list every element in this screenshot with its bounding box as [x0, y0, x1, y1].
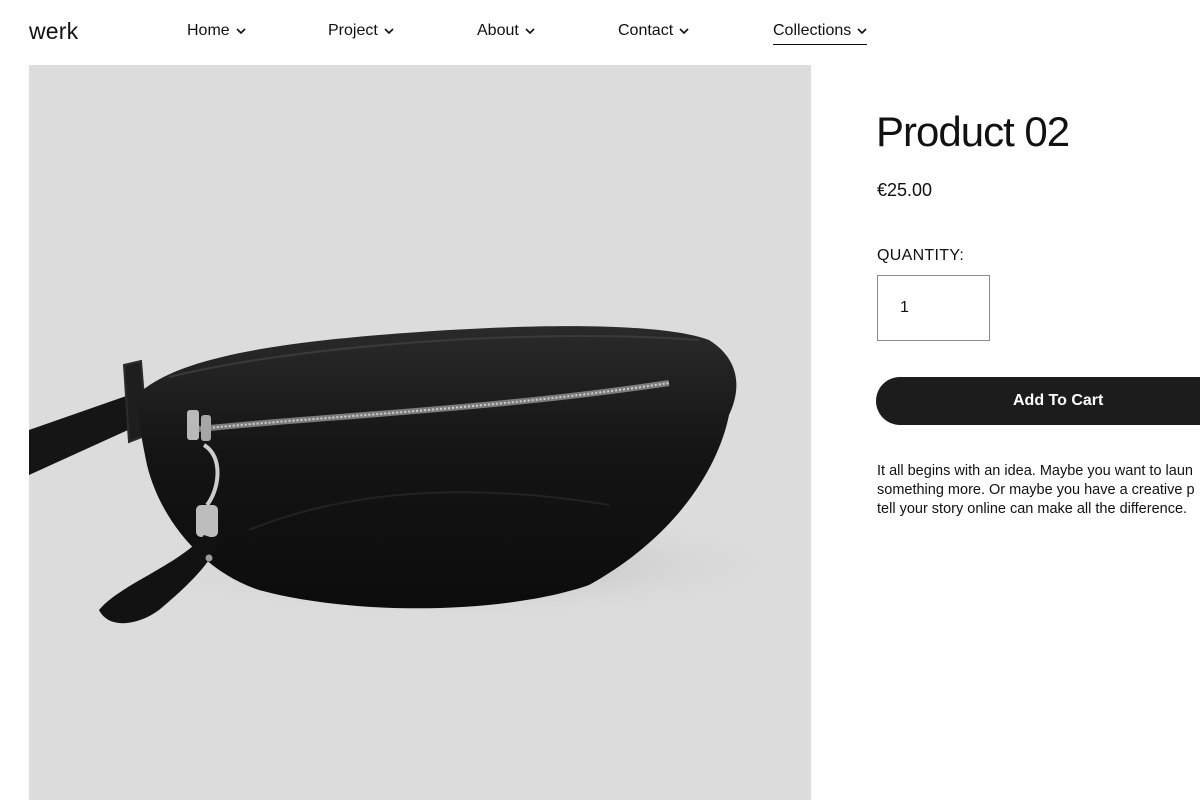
chevron-down-icon — [236, 28, 246, 34]
chevron-down-icon — [525, 28, 535, 34]
nav-item-about[interactable]: About — [477, 22, 535, 44]
nav-item-label: Collections — [773, 22, 852, 39]
nav-item-label: About — [477, 22, 519, 39]
quantity-label: QUANTITY: — [877, 247, 965, 264]
site-logo[interactable]: werk — [29, 18, 78, 45]
chevron-down-icon — [679, 28, 689, 34]
nav-item-contact[interactable]: Contact — [618, 22, 689, 44]
add-to-cart-button[interactable]: Add To Cart — [876, 377, 1200, 425]
quantity-input[interactable] — [877, 275, 990, 341]
product-price: €25.00 — [877, 180, 933, 200]
chevron-down-icon — [384, 28, 394, 34]
nav-item-label: Home — [187, 22, 230, 39]
product-image[interactable] — [29, 65, 811, 800]
nav-item-collections[interactable]: Collections — [773, 22, 868, 45]
product-title: Product 02 — [876, 108, 1070, 155]
chevron-down-icon — [857, 28, 867, 34]
fanny-pack-illustration — [29, 326, 799, 624]
nav-item-project[interactable]: Project — [328, 22, 394, 44]
nav-item-label: Contact — [618, 22, 674, 39]
nav-item-label: Project — [328, 22, 378, 39]
nav-item-home[interactable]: Home — [187, 22, 246, 44]
product-description: It all begins with an idea. Maybe you wa… — [877, 462, 1200, 519]
description-line: It all begins with an idea. Maybe you wa… — [877, 463, 1193, 479]
description-line: tell your story online can make all the … — [877, 501, 1188, 517]
description-line: something more. Or maybe you have a crea… — [877, 482, 1195, 498]
site-header: werk Home Project About Contact Collecti… — [0, 0, 1200, 64]
